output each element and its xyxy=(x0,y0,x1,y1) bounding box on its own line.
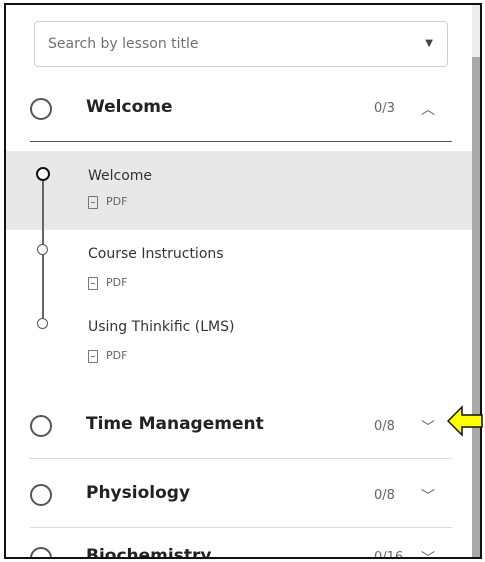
search-placeholder: Search by lesson title xyxy=(48,36,199,52)
divider xyxy=(30,458,452,459)
chapter-progress-circle-icon xyxy=(30,415,52,437)
lesson-type-label: PDF xyxy=(106,195,128,208)
chapter-progress-count: 0/8 xyxy=(374,488,395,503)
chevron-down-icon[interactable]: ﹀ xyxy=(421,486,435,506)
chapter-progress-circle-icon xyxy=(30,98,52,120)
chapter-progress-count: 0/16 xyxy=(374,550,404,559)
lesson-type: PDF xyxy=(88,349,127,363)
lesson-status-dot-icon xyxy=(37,244,48,255)
chapter-progress-count: 0/8 xyxy=(374,419,395,434)
document-icon xyxy=(88,195,98,209)
chevron-down-icon[interactable]: ﹀ xyxy=(421,548,435,557)
lesson-title: Welcome xyxy=(88,168,153,184)
yellow-arrow-icon xyxy=(447,405,483,437)
caret-down-icon: ▼ xyxy=(425,38,433,49)
lesson-title: Course Instructions xyxy=(88,246,224,262)
chapter-progress-circle-icon xyxy=(30,484,52,506)
chapter-title: Time Management xyxy=(86,414,264,434)
divider xyxy=(30,527,452,528)
divider xyxy=(30,141,452,142)
lesson-type: PDF xyxy=(88,195,127,209)
chapter-progress-circle-icon xyxy=(30,547,52,557)
lesson-type-label: PDF xyxy=(106,349,128,362)
scrollbar-thumb[interactable] xyxy=(472,57,480,557)
scrollbar-track[interactable] xyxy=(472,5,480,557)
document-icon xyxy=(88,276,98,290)
chevron-up-icon[interactable]: ︿ xyxy=(421,99,435,119)
chapter-title: Physiology xyxy=(86,483,191,503)
chevron-down-icon[interactable]: ﹀ xyxy=(421,417,435,437)
active-lesson-highlight xyxy=(6,151,472,230)
document-icon xyxy=(88,349,98,363)
lesson-type: PDF xyxy=(88,276,127,290)
lesson-title: Using Thinkific (LMS) xyxy=(88,319,235,335)
lesson-status-dot-icon xyxy=(36,167,50,181)
lesson-status-dot-icon xyxy=(37,318,48,329)
chapter-progress-count: 0/3 xyxy=(374,101,395,116)
lesson-type-label: PDF xyxy=(106,276,128,289)
lesson-search-dropdown[interactable]: Search by lesson title ▼ xyxy=(34,21,448,67)
curriculum-panel: Search by lesson title ▼ Welcome 0/3 ︿ W… xyxy=(6,5,472,557)
chapter-title: Biochemistry xyxy=(86,546,212,559)
course-sidebar: Search by lesson title ▼ Welcome 0/3 ︿ W… xyxy=(4,3,482,559)
chapter-title: Welcome xyxy=(86,97,173,117)
